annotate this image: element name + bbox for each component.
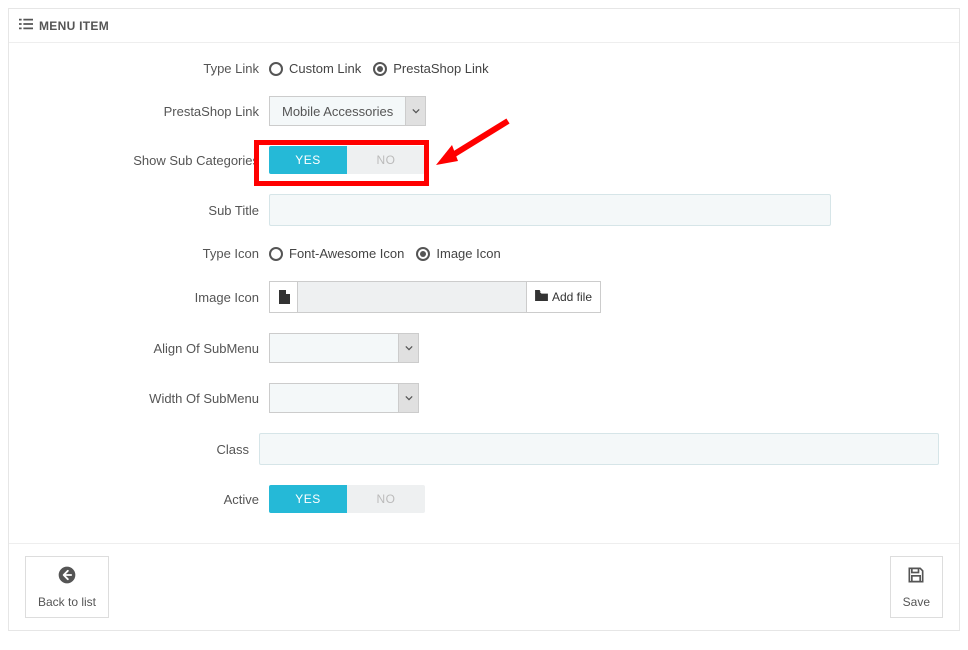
file-input-group: Add file [269, 281, 601, 313]
radio-icon [373, 62, 387, 76]
label-image-icon: Image Icon [29, 290, 269, 305]
radio-image-icon[interactable]: Image Icon [416, 246, 500, 261]
add-file-button[interactable]: Add file [526, 282, 600, 312]
list-icon [19, 17, 33, 34]
label-active: Active [29, 492, 269, 507]
radio-label: PrestaShop Link [393, 61, 488, 76]
file-name-field[interactable] [298, 282, 526, 312]
row-type-link: Type Link Custom Link PrestaShop Link [29, 61, 939, 76]
select-align-submenu[interactable] [269, 333, 419, 363]
radio-prestashop-link[interactable]: PrestaShop Link [373, 61, 488, 76]
arrow-left-icon [57, 565, 77, 591]
file-icon [270, 282, 298, 312]
chevron-down-icon [405, 97, 425, 125]
label-width-submenu: Width Of SubMenu [29, 391, 269, 406]
annotation-arrow [428, 113, 518, 176]
chevron-down-icon [398, 334, 418, 362]
radio-icon [416, 247, 430, 261]
row-image-icon: Image Icon Add file [29, 281, 939, 313]
row-align-submenu: Align Of SubMenu [29, 333, 939, 363]
radio-font-awesome-icon[interactable]: Font-Awesome Icon [269, 246, 404, 261]
row-sub-title: Sub Title [29, 194, 939, 226]
radio-custom-link[interactable]: Custom Link [269, 61, 361, 76]
row-type-icon: Type Icon Font-Awesome Icon Image Icon [29, 246, 939, 261]
row-class: Class [29, 433, 939, 465]
toggle-active[interactable]: YES NO [269, 485, 425, 513]
save-icon [906, 565, 926, 591]
toggle-no[interactable]: NO [347, 485, 425, 513]
radio-label: Image Icon [436, 246, 500, 261]
save-label: Save [903, 595, 930, 609]
save-button[interactable]: Save [890, 556, 943, 618]
menu-item-panel: MENU ITEM Type Link Custom Link PrestaSh… [8, 8, 960, 631]
panel-footer: Back to list Save [9, 543, 959, 630]
input-sub-title[interactable] [269, 194, 831, 226]
panel-header: MENU ITEM [9, 9, 959, 43]
label-type-icon: Type Icon [29, 246, 269, 261]
select-prestashop-link[interactable]: Mobile Accessories [269, 96, 426, 126]
select-value: Mobile Accessories [270, 104, 405, 119]
row-active: Active YES NO [29, 485, 939, 513]
label-class: Class [29, 442, 259, 457]
label-align-submenu: Align Of SubMenu [29, 341, 269, 356]
back-to-list-button[interactable]: Back to list [25, 556, 109, 618]
folder-icon [535, 290, 548, 304]
toggle-yes[interactable]: YES [269, 485, 347, 513]
radio-icon [269, 62, 283, 76]
label-sub-title: Sub Title [29, 203, 269, 218]
chevron-down-icon [398, 384, 418, 412]
back-label: Back to list [38, 595, 96, 609]
panel-title: MENU ITEM [39, 19, 109, 33]
input-class[interactable] [259, 433, 939, 465]
add-file-label: Add file [552, 290, 592, 304]
label-show-sub-categories: Show Sub Categories [29, 153, 269, 168]
annotation-highlight [254, 140, 429, 186]
radio-icon [269, 247, 283, 261]
radio-label: Font-Awesome Icon [289, 246, 404, 261]
row-width-submenu: Width Of SubMenu [29, 383, 939, 413]
label-prestashop-link: PrestaShop Link [29, 104, 269, 119]
radio-label: Custom Link [289, 61, 361, 76]
select-width-submenu[interactable] [269, 383, 419, 413]
label-type-link: Type Link [29, 61, 269, 76]
